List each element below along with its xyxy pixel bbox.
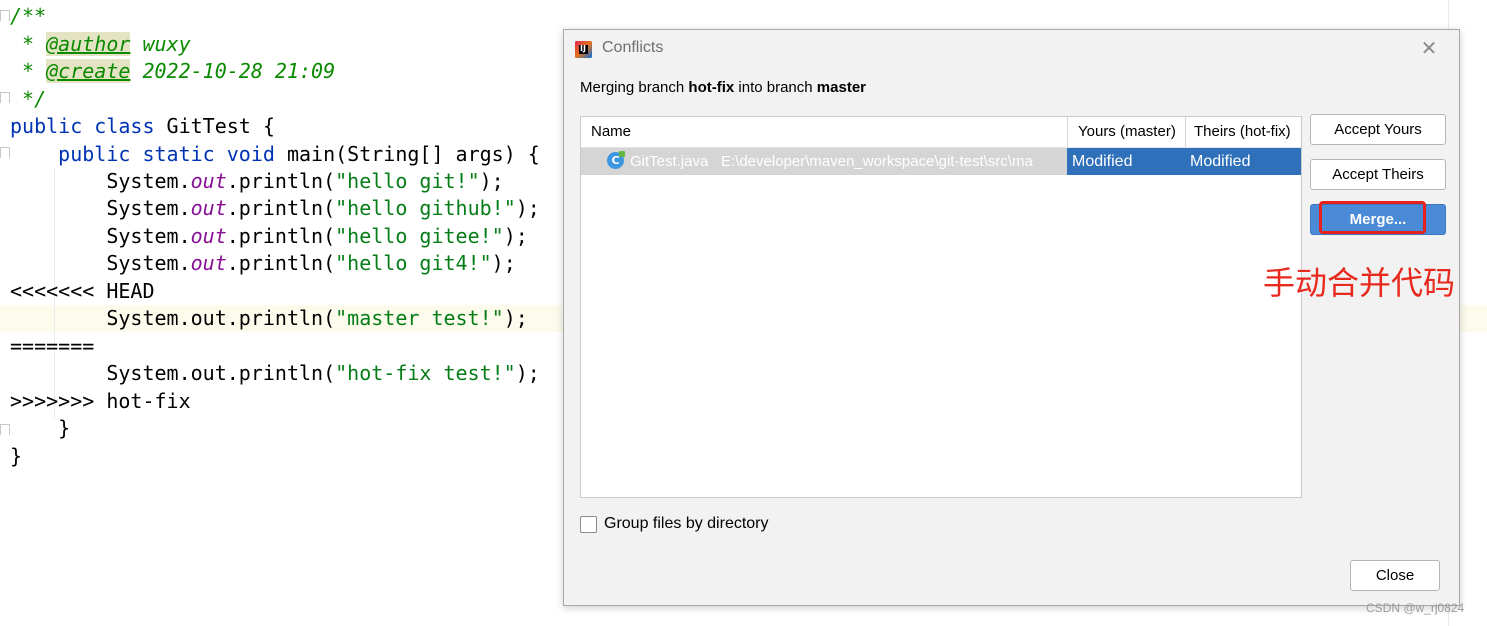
code-token: System. (10, 251, 191, 275)
close-button[interactable]: Close (1350, 560, 1440, 591)
column-header-yours[interactable]: Yours (master) (1078, 117, 1176, 147)
code-token: ); (503, 306, 528, 330)
table-header: Name Yours (master) Theirs (hot-fix) (581, 117, 1301, 148)
theirs-status-cell[interactable]: Modified (1185, 148, 1301, 175)
column-header-theirs[interactable]: Theirs (hot-fix) (1194, 117, 1291, 147)
column-header-name[interactable]: Name (591, 117, 631, 147)
code-token: "hello github!" (335, 196, 516, 220)
dialog-title: Conflicts (602, 39, 664, 56)
code-line: System.out.println("hello gitee!"); (10, 223, 528, 250)
merge-description-mid: into branch (734, 79, 817, 96)
code-token: "hello git!" (335, 169, 480, 193)
table-row[interactable]: C GitTest.java E:\developer\maven_worksp… (581, 148, 1301, 175)
code-token: ); (515, 361, 540, 385)
code-token: @author (46, 32, 131, 56)
fold-marker-icon[interactable] (0, 424, 10, 435)
target-branch: master (816, 79, 866, 96)
fold-marker-icon[interactable] (0, 10, 10, 21)
source-branch: hot-fix (688, 79, 735, 96)
code-token: * (10, 59, 47, 83)
fold-marker-icon[interactable] (0, 92, 10, 103)
code-token: out (190, 251, 227, 275)
code-token: .println( (226, 169, 336, 193)
code-token: ); (503, 224, 528, 248)
code-token: out (190, 169, 227, 193)
dialog-titlebar[interactable]: IJ Conflicts ✕ (564, 30, 1459, 68)
conflict-marker-end: >>>>>>> hot-fix (10, 389, 191, 413)
code-token: * (10, 32, 47, 56)
column-separator[interactable] (1067, 117, 1068, 147)
code-token: .println( (226, 251, 336, 275)
merge-description: Merging branch hot-fix into branch maste… (580, 79, 866, 96)
intellij-app-icon: IJ (575, 41, 592, 58)
code-line: System.out.println("hello git4!"); (10, 250, 516, 277)
code-line: System.out.println("hot-fix test!"); (10, 360, 540, 387)
code-token: out (190, 224, 227, 248)
code-token: public class (10, 114, 155, 138)
code-line: * @author wuxy (10, 31, 191, 58)
java-class-icon: C (607, 151, 625, 169)
accept-theirs-button[interactable]: Accept Theirs (1310, 159, 1446, 190)
code-token: System. (10, 224, 191, 248)
code-token: public static void (58, 142, 275, 166)
group-by-directory-checkbox[interactable] (580, 516, 597, 533)
yours-status-cell[interactable]: Modified (1067, 148, 1185, 175)
code-token: ); (515, 196, 540, 220)
group-by-directory-label[interactable]: Group files by directory (604, 515, 769, 533)
code-token: 2022-10-28 21:09 (130, 59, 336, 83)
code-token: "hello git4!" (335, 251, 492, 275)
code-token: main(String[] args) { (274, 142, 540, 166)
code-token: "hot-fix test!" (335, 361, 516, 385)
code-token: System. (10, 196, 191, 220)
accept-yours-button[interactable]: Accept Yours (1310, 114, 1446, 145)
code-line: System.out.println("master test!"); (10, 305, 528, 332)
code-line: public static void main(String[] args) { (10, 141, 540, 168)
conflict-marker-separator: ======= (10, 334, 95, 358)
code-token: System.out.println( (10, 306, 336, 330)
code-line: } (10, 444, 23, 468)
close-icon[interactable]: ✕ (1419, 38, 1439, 58)
code-token: GitTest { (154, 114, 275, 138)
code-token: "hello gitee!" (335, 224, 504, 248)
conflict-marker-head: <<<<<<< HEAD (10, 279, 155, 303)
column-separator[interactable] (1185, 117, 1186, 147)
merge-description-prefix: Merging branch (580, 79, 689, 96)
watermark: CSDN @w_rj0824 (1366, 601, 1465, 615)
fold-marker-icon[interactable] (0, 147, 10, 158)
code-token: ); (479, 169, 504, 193)
file-name-cell[interactable]: C GitTest.java E:\developer\maven_worksp… (581, 148, 1067, 175)
code-token: System. (10, 169, 191, 193)
code-token: ); (491, 251, 516, 275)
conflicts-dialog: IJ Conflicts ✕ Merging branch hot-fix in… (563, 29, 1460, 606)
code-token: System.out.println( (10, 361, 336, 385)
code-line: * @create 2022-10-28 21:09 (10, 58, 335, 85)
code-token: .println( (226, 224, 336, 248)
code-token: .println( (226, 196, 336, 220)
code-token: @create (46, 59, 131, 83)
code-line: } (10, 416, 71, 440)
file-name: GitTest.java (630, 153, 709, 170)
file-path: E:\developer\maven_workspace\git-test\sr… (721, 153, 1033, 170)
conflicts-table[interactable]: Name Yours (master) Theirs (hot-fix) C G… (580, 116, 1302, 498)
code-line: System.out.println("hello git!"); (10, 168, 504, 195)
code-line: public class GitTest { (10, 113, 275, 140)
code-line: */ (10, 87, 47, 111)
code-token: "master test!" (335, 306, 504, 330)
code-line: /** (10, 4, 47, 28)
code-token: wuxy (130, 32, 191, 56)
code-token: out (190, 196, 227, 220)
merge-button[interactable]: Merge... (1310, 204, 1446, 235)
code-line: System.out.println("hello github!"); (10, 195, 540, 222)
annotation-text: 手动合并代码 (1263, 264, 1456, 302)
